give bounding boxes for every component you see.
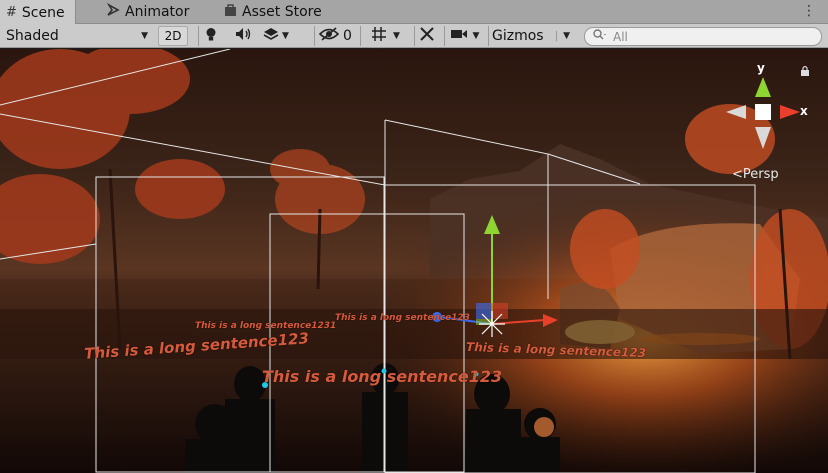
shading-mode-value: Shaded: [6, 28, 59, 44]
scene-visibility-toggle[interactable]: 0: [314, 26, 356, 46]
tab-animator[interactable]: Animator: [100, 0, 199, 24]
lightbulb-icon: [205, 27, 217, 46]
projection-toggle[interactable]: <Persp: [732, 167, 779, 182]
tab-asset-store-label: Asset Store: [242, 4, 322, 20]
search-input[interactable]: [613, 29, 803, 44]
tools-toggle[interactable]: [414, 26, 438, 46]
gizmos-label: Gizmos: [492, 28, 544, 44]
projection-label: Persp: [742, 167, 779, 182]
chevron-down-icon: ▼: [141, 31, 148, 41]
lighting-toggle[interactable]: [198, 26, 222, 46]
animator-icon: [106, 2, 120, 21]
gizmo-x-label: x: [800, 104, 808, 118]
world-text-label: This is a long sentence123: [262, 367, 503, 386]
grid-snapping-dropdown[interactable]: ▼: [360, 26, 410, 46]
scene-viewport[interactable]: This is a long sentence1231 This is a lo…: [0, 49, 828, 473]
chevron-left-icon: <: [732, 167, 743, 182]
layers-icon: [263, 27, 279, 45]
more-options-icon[interactable]: ⋮: [802, 3, 816, 19]
store-bag-icon: [224, 3, 237, 21]
gizmo-y-label: y: [757, 61, 765, 75]
effects-dropdown[interactable]: ▼: [263, 26, 289, 46]
world-text-label: This is a long sentence1231: [195, 321, 337, 331]
hidden-eye-icon: [318, 27, 340, 45]
speaker-icon: [235, 27, 253, 45]
toggle-2d-button[interactable]: 2D: [158, 26, 188, 46]
tab-asset-store[interactable]: Asset Store: [218, 0, 332, 24]
camera-settings-dropdown[interactable]: ▼: [444, 26, 484, 46]
audio-toggle[interactable]: [232, 26, 256, 46]
world-text-label: This is a long sentence123: [335, 313, 471, 323]
chevron-down-icon: ▼: [556, 31, 570, 41]
tab-scene-label: Scene: [21, 4, 65, 21]
tab-scene[interactable]: # Scene: [0, 0, 76, 25]
chevron-down-icon: ▼: [282, 31, 289, 41]
chevron-down-icon: ▼: [472, 31, 480, 41]
camera-icon: [450, 28, 468, 44]
grid-snap-icon: [371, 26, 387, 46]
chevron-down-icon: ▼: [393, 31, 400, 41]
shading-mode-dropdown[interactable]: Shaded ▼: [4, 26, 152, 46]
search-icon: [593, 28, 607, 45]
gizmos-dropdown[interactable]: Gizmos ▼: [488, 26, 576, 46]
scene-render: [0, 49, 828, 473]
grid-icon: #: [6, 5, 17, 20]
scene-toolbar: Shaded ▼ 2D ▼ 0 ▼ ▼ Gizmos ▼ All: [0, 24, 828, 48]
tab-animator-label: Animator: [125, 4, 190, 20]
scene-search[interactable]: [584, 27, 822, 46]
tools-icon: [419, 26, 435, 46]
editor-tab-bar: # Scene Animator Asset Store ⋮: [0, 0, 828, 25]
hidden-count: 0: [343, 28, 352, 44]
